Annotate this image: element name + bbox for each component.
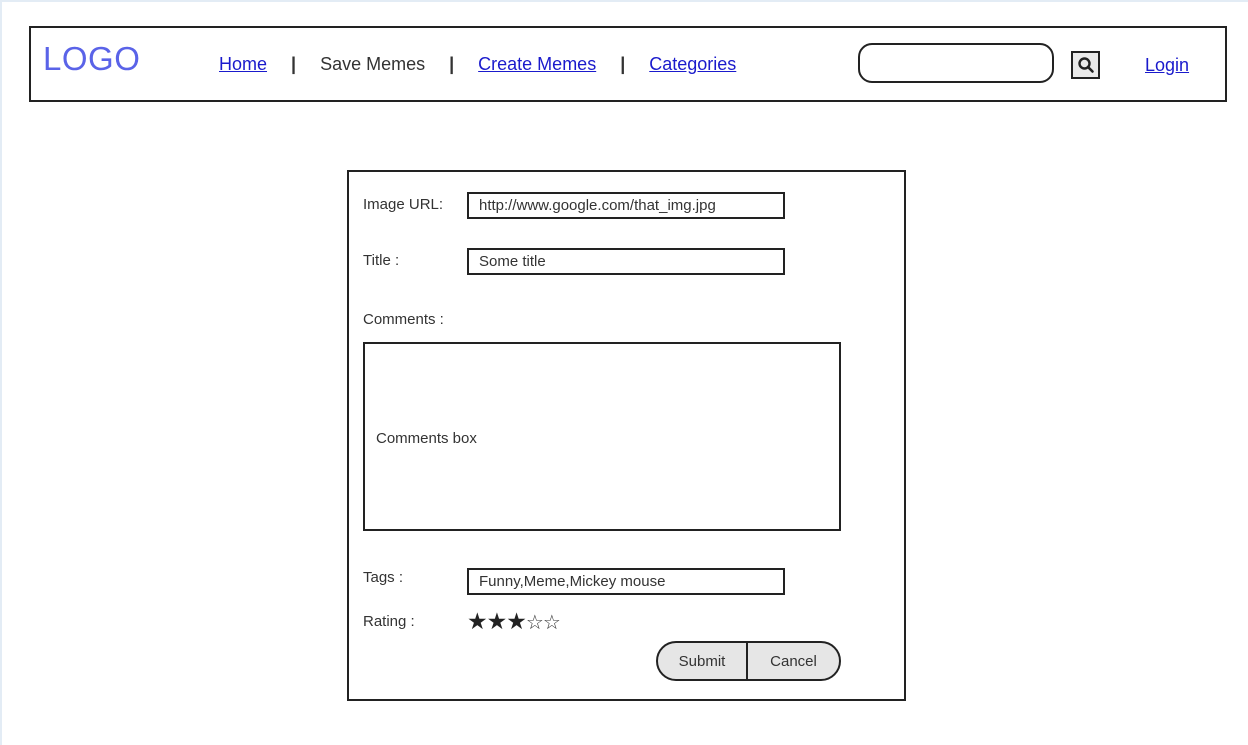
image-url-field[interactable] — [467, 192, 785, 219]
search-input[interactable] — [858, 43, 1054, 83]
nav-create-memes-link[interactable]: Create Memes — [478, 54, 596, 75]
nav-menu: Home | Save Memes | Create Memes | Categ… — [219, 54, 736, 75]
form-button-group: Submit Cancel — [656, 641, 841, 681]
submit-button[interactable]: Submit — [658, 643, 748, 679]
star-filled-icon[interactable]: ★ — [467, 608, 488, 634]
page: LOGO Home | Save Memes | Create Memes | … — [0, 0, 1248, 745]
rating-stars[interactable]: ★★★☆☆ — [467, 608, 561, 634]
search-icon — [1077, 57, 1094, 73]
star-empty-icon[interactable]: ☆ — [543, 612, 561, 634]
title-field[interactable] — [467, 248, 785, 275]
header-bar: LOGO Home | Save Memes | Create Memes | … — [29, 26, 1227, 102]
star-filled-icon[interactable]: ★ — [487, 608, 508, 634]
logo[interactable]: LOGO — [43, 40, 140, 78]
login-link[interactable]: Login — [1145, 55, 1189, 76]
comments-placeholder: Comments box — [376, 430, 477, 447]
nav-separator: | — [449, 54, 455, 74]
comments-label: Comments : — [363, 311, 444, 328]
nav-separator: | — [620, 54, 626, 74]
search-button[interactable] — [1071, 51, 1100, 79]
nav-home-link[interactable]: Home — [219, 54, 267, 75]
tags-field[interactable] — [467, 568, 785, 595]
star-empty-icon[interactable]: ☆ — [526, 612, 544, 634]
nav-separator: | — [291, 54, 297, 74]
title-label: Title : — [363, 252, 400, 269]
cancel-button[interactable]: Cancel — [748, 643, 839, 679]
save-meme-form: Image URL: Title : Comments : Comments b… — [347, 170, 906, 701]
rating-label: Rating : — [363, 613, 415, 630]
tags-label: Tags : — [363, 569, 404, 586]
comments-textarea[interactable]: Comments box — [363, 342, 841, 531]
star-filled-icon[interactable]: ★ — [506, 608, 527, 634]
nav-save-memes[interactable]: Save Memes — [320, 54, 425, 75]
image-url-label: Image URL: — [363, 196, 444, 213]
nav-categories-link[interactable]: Categories — [649, 54, 736, 75]
